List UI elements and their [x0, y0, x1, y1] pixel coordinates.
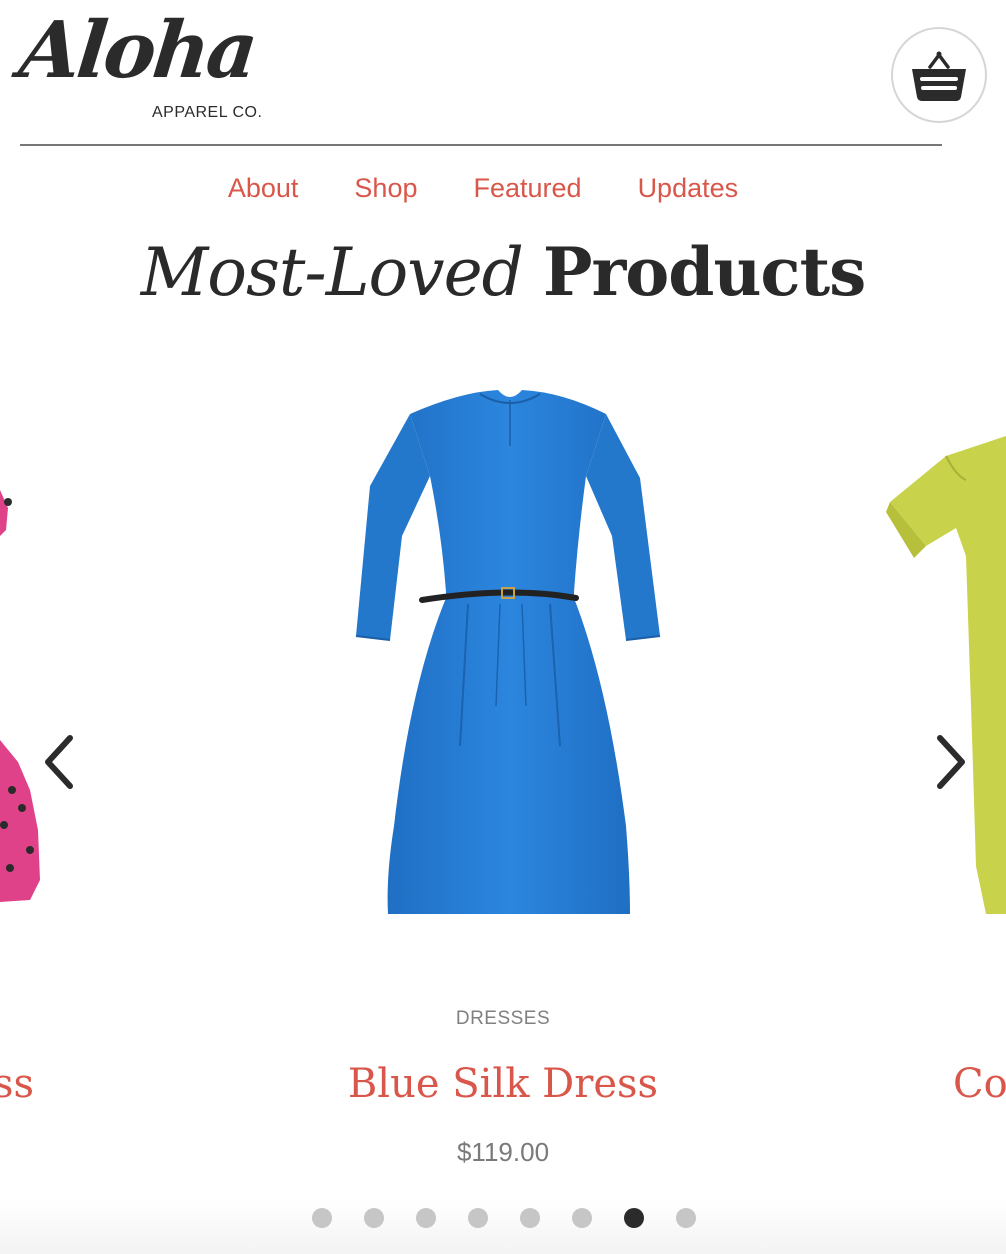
logo-script-text: Aloha — [15, 5, 260, 96]
carousel-dot[interactable] — [624, 1208, 644, 1228]
section-title: Most-Loved Products — [0, 226, 1006, 319]
next-product-name[interactable]: Co — [953, 1056, 1006, 1112]
nav-link-updates[interactable]: Updates — [638, 168, 739, 208]
shopping-basket-icon — [912, 51, 966, 101]
cart-button[interactable] — [891, 27, 987, 123]
product-name[interactable]: Blue Silk Dress — [0, 1056, 1006, 1112]
carousel-dot[interactable] — [364, 1208, 384, 1228]
carousel-dot[interactable] — [572, 1208, 592, 1228]
section-title-bold: Products — [542, 233, 866, 311]
yellow-green-top-image[interactable] — [886, 436, 1006, 916]
carousel-prev-arrow[interactable] — [40, 732, 80, 792]
main-nav: About Shop Featured Updates — [0, 168, 942, 208]
header-divider — [20, 144, 942, 146]
product-price: $119.00 — [456, 1137, 550, 1167]
carousel-dot[interactable] — [520, 1208, 540, 1228]
logo-subtitle: APPAREL CO. — [152, 104, 263, 121]
carousel-dot[interactable] — [312, 1208, 332, 1228]
product-carousel: DRESSES ss Blue Silk Dress Co $119.00 — [0, 340, 1006, 1254]
nav-link-about[interactable]: About — [228, 168, 299, 208]
carousel-dot[interactable] — [416, 1208, 436, 1228]
nav-link-featured[interactable]: Featured — [473, 168, 581, 208]
section-title-italic: Most-Loved — [140, 234, 524, 311]
blue-dress-image[interactable] — [350, 386, 670, 926]
nav-link-shop[interactable]: Shop — [354, 168, 417, 208]
carousel-dot[interactable] — [676, 1208, 696, 1228]
carousel-dot[interactable] — [468, 1208, 488, 1228]
carousel-next-arrow[interactable] — [930, 732, 970, 792]
product-category: DRESSES — [455, 1008, 551, 1029]
brand-logo[interactable]: Aloha APPAREL CO. — [15, 5, 280, 128]
carousel-pagination — [0, 1208, 1006, 1228]
pink-polka-dot-dress-image[interactable] — [0, 490, 50, 910]
